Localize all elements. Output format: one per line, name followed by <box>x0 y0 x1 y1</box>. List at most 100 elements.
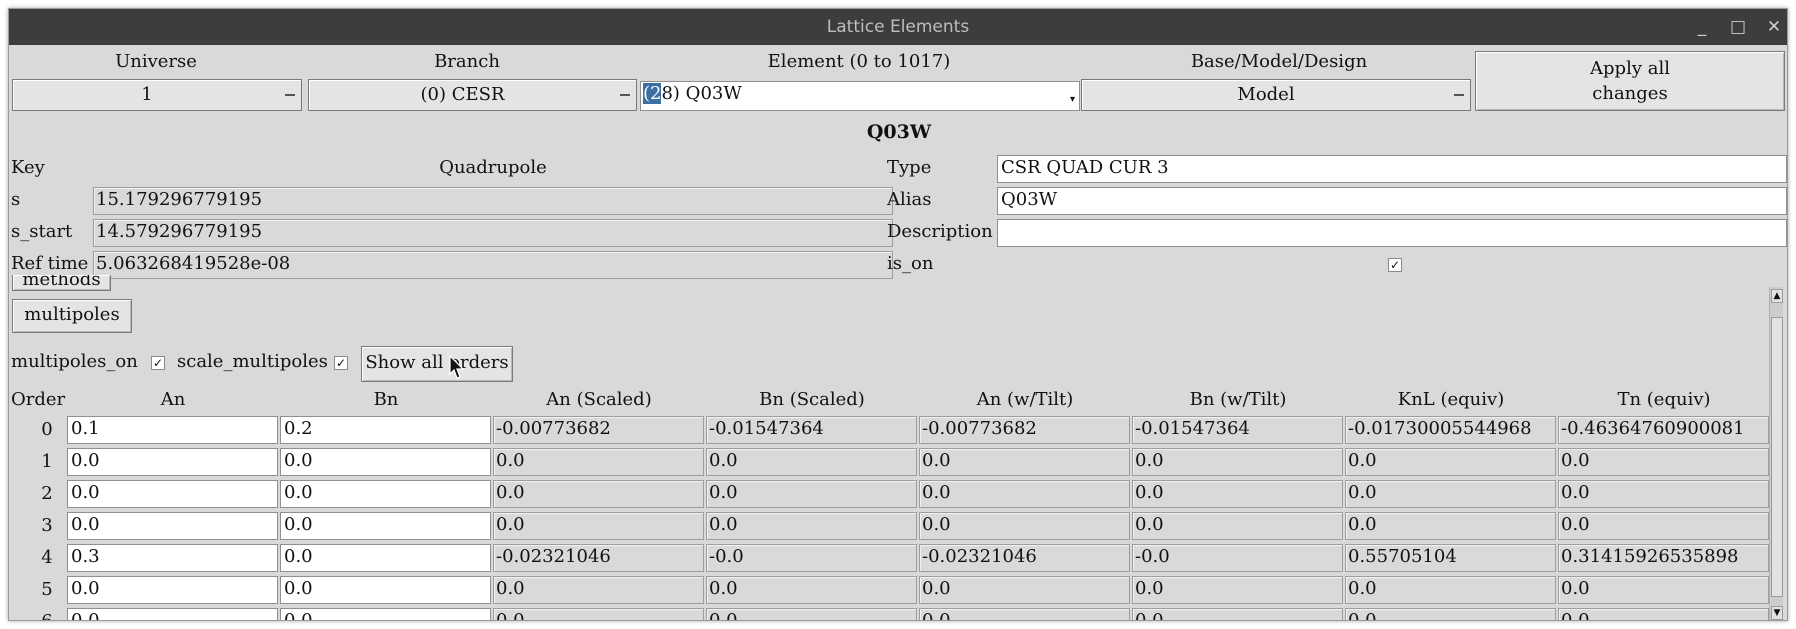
dropdown-icon <box>285 94 295 96</box>
dropdown-icon <box>1454 94 1464 96</box>
methods-label: methods <box>22 275 101 290</box>
universe-value: 1 <box>141 84 153 105</box>
dropdown-icon <box>620 94 630 96</box>
scale-multipoles-label: scale_multipoles <box>177 351 328 372</box>
table-cell: -0.00773682 <box>493 416 704 444</box>
bn-input[interactable]: 0.0 <box>280 512 491 540</box>
table-cell: 0.0 <box>1345 448 1556 476</box>
row-order: 2 <box>41 483 53 504</box>
header-knl-equiv: KnL (equiv) <box>1397 389 1505 410</box>
header-bn: Bn <box>373 389 399 410</box>
table-cell: 0.0 <box>1558 576 1769 604</box>
apply-all-changes-button[interactable]: Apply all changes <box>1475 51 1785 111</box>
element-combo[interactable]: (28) Q03W ▾ <box>640 81 1080 111</box>
row-order: 4 <box>41 547 53 568</box>
table-cell: 0.0 <box>706 608 917 620</box>
table-cell: 0.0 <box>706 448 917 476</box>
an-input[interactable]: 0.0 <box>67 608 278 620</box>
title-bar[interactable]: Lattice Elements _ □ ✕ <box>9 9 1787 45</box>
alias-field[interactable]: Q03W <box>997 187 1787 215</box>
branch-select[interactable]: (0) CESR <box>308 79 637 111</box>
table-cell: 0.0 <box>493 608 704 620</box>
key-label: Key <box>11 157 45 178</box>
table-cell: -0.02321046 <box>919 544 1130 572</box>
table-cell: -0.01547364 <box>706 416 917 444</box>
bmd-label: Base/Model/Design <box>1190 51 1368 72</box>
table-cell: 0.0 <box>1558 608 1769 620</box>
base-model-design-select[interactable]: Model <box>1081 79 1471 111</box>
element-name-heading: Q03W <box>866 121 932 143</box>
an-input[interactable]: 0.3 <box>67 544 278 572</box>
table-cell: 0.0 <box>919 576 1130 604</box>
s-start-label: s_start <box>11 221 73 242</box>
bmd-value: Model <box>1237 84 1295 105</box>
an-input[interactable]: 0.1 <box>67 416 278 444</box>
bn-input[interactable]: 0.0 <box>280 480 491 508</box>
row-order: 3 <box>41 515 53 536</box>
scrollbar-thumb[interactable] <box>1771 317 1783 597</box>
table-cell: 0.0 <box>919 448 1130 476</box>
an-input[interactable]: 0.0 <box>67 448 278 476</box>
table-cell: 0.0 <box>1558 448 1769 476</box>
table-cell: 0.0 <box>1132 480 1343 508</box>
table-cell: 0.0 <box>706 480 917 508</box>
table-cell: 0.0 <box>706 512 917 540</box>
row-order: 1 <box>41 451 53 472</box>
element-text: 8) Q03W <box>661 83 742 104</box>
scale-multipoles-checkbox[interactable]: ✓ <box>334 356 348 370</box>
close-icon[interactable]: ✕ <box>1761 15 1787 39</box>
window-title: Lattice Elements <box>826 17 970 37</box>
s-field: 15.179296779195 <box>93 187 893 215</box>
is-on-label: is_on <box>887 253 934 274</box>
an-input[interactable]: 0.0 <box>67 480 278 508</box>
row-order: 6 <box>27 611 67 620</box>
bn-input[interactable]: 0.0 <box>280 608 491 620</box>
element-label: Element (0 to 1017) <box>767 51 951 72</box>
table-cell: 0.31415926535898 <box>1558 544 1769 572</box>
table-cell: 0.0 <box>1132 608 1343 620</box>
bn-input[interactable]: 0.0 <box>280 448 491 476</box>
multipoles-label: multipoles <box>24 304 120 325</box>
universe-label: Universe <box>115 51 197 72</box>
row-order: 5 <box>41 579 53 600</box>
description-label: Description <box>887 221 993 242</box>
bn-input[interactable]: 0.2 <box>280 416 491 444</box>
is-on-checkbox[interactable]: ✓ <box>1388 258 1402 272</box>
table-cell: 0.0 <box>493 448 704 476</box>
universe-select[interactable]: 1 <box>12 79 302 111</box>
table-cell: -0.0 <box>706 544 917 572</box>
dropdown-icon[interactable]: ▾ <box>1070 95 1075 105</box>
table-cell: 0.55705104 <box>1345 544 1556 572</box>
maximize-icon[interactable]: □ <box>1725 15 1751 39</box>
table-cell: 0.0 <box>1132 512 1343 540</box>
alias-label: Alias <box>887 189 932 210</box>
type-field[interactable]: CSR QUAD CUR 3 <box>997 155 1787 183</box>
table-cell: -0.01730005544968 <box>1345 416 1556 444</box>
header-an: An <box>160 389 186 410</box>
table-cell: -0.00773682 <box>919 416 1130 444</box>
header-an-tilt: An (w/Tilt) <box>976 389 1074 410</box>
table-cell: 0.0 <box>1558 480 1769 508</box>
minimize-icon[interactable]: _ <box>1689 15 1715 39</box>
multipoles-on-label: multipoles_on <box>11 351 138 372</box>
show-all-orders-label: Show all orders <box>365 352 509 373</box>
mouse-cursor-icon <box>449 355 465 379</box>
bn-input[interactable]: 0.0 <box>280 576 491 604</box>
multipoles-button[interactable]: multipoles <box>12 299 132 333</box>
scroll-up-icon[interactable]: ▲ <box>1771 289 1783 303</box>
show-all-orders-button[interactable]: Show all orders <box>361 346 513 382</box>
multipoles-on-checkbox[interactable]: ✓ <box>151 356 165 370</box>
header-bn-tilt: Bn (w/Tilt) <box>1189 389 1287 410</box>
an-input[interactable]: 0.0 <box>67 512 278 540</box>
scroll-down-icon[interactable]: ▼ <box>1771 606 1783 620</box>
methods-button[interactable]: methods <box>12 275 111 291</box>
bn-input[interactable]: 0.0 <box>280 544 491 572</box>
table-cell: -0.46364760900081 <box>1558 416 1769 444</box>
table-cell: 0.0 <box>1345 480 1556 508</box>
description-field[interactable] <box>997 219 1787 247</box>
table-cell: -0.02321046 <box>493 544 704 572</box>
vertical-scrollbar[interactable]: ▲ ▼ <box>1769 287 1783 620</box>
an-input[interactable]: 0.0 <box>67 576 278 604</box>
table-cell: 0.0 <box>493 512 704 540</box>
element-text-selection: (2 <box>643 83 662 104</box>
